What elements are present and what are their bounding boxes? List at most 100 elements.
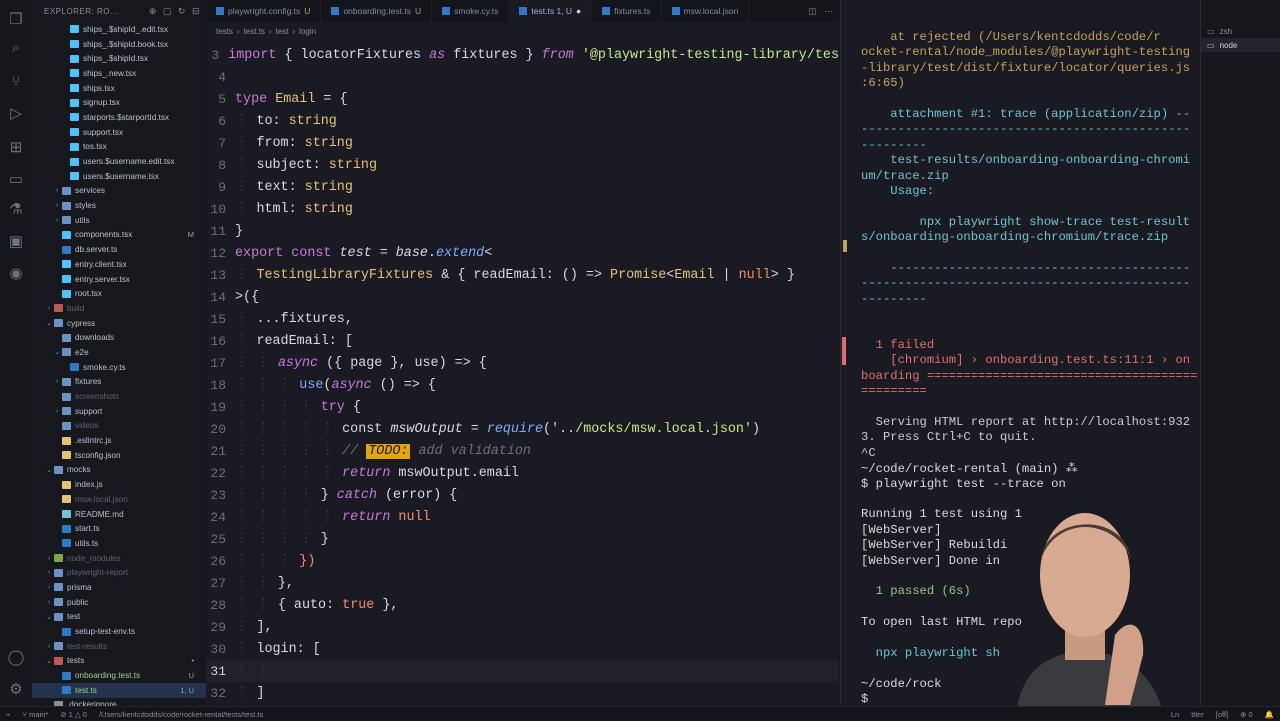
- code-line[interactable]: 3 import { locatorFixtures as fixtures } …: [206, 44, 839, 66]
- code-line[interactable]: 30 ⋮ login: [: [206, 638, 839, 660]
- tree-file[interactable]: ships_.$shipId.book.tsx: [32, 37, 206, 52]
- tree-folder[interactable]: ⌄ cypress: [32, 316, 206, 331]
- tree-folder[interactable]: › test-results: [32, 639, 206, 654]
- status-item[interactable]: ⊕ 0: [1234, 710, 1259, 719]
- terminal-instance[interactable]: ▭ zsh: [1201, 24, 1280, 38]
- code-line[interactable]: 8 ⋮ subject: string: [206, 154, 839, 176]
- remote-explorer-icon[interactable]: ▭: [6, 170, 26, 190]
- remote-indicator-icon[interactable]: ⌁: [0, 710, 17, 719]
- extensions-icon[interactable]: ⊞: [6, 138, 26, 158]
- more-actions-icon[interactable]: ⋯: [825, 6, 834, 17]
- tree-file[interactable]: smoke.cy.ts: [32, 360, 206, 375]
- tree-folder[interactable]: ⌄ mocks: [32, 463, 206, 478]
- tree-folder[interactable]: ⌄ e2e: [32, 345, 206, 360]
- split-editor-icon[interactable]: ◫: [808, 6, 816, 17]
- editor-tab[interactable]: msw.local.json: [662, 0, 750, 22]
- code-line[interactable]: 4: [206, 66, 839, 88]
- tree-folder[interactable]: › public: [32, 595, 206, 610]
- breadcrumb-item[interactable]: test: [276, 27, 289, 36]
- tree-file[interactable]: tsconfig.json: [32, 448, 206, 463]
- code-line[interactable]: 16 ⋮ readEmail: [: [206, 330, 839, 352]
- code-line[interactable]: 23 ⋮ ⋮ ⋮ ⋮ } catch (error) {: [206, 484, 839, 506]
- tree-folder[interactable]: › support: [32, 404, 206, 419]
- code-line[interactable]: 21 ⋮ ⋮ ⋮ ⋮ ⋮ // TODO: add validation: [206, 440, 839, 462]
- tree-folder[interactable]: ⌄ tests •: [32, 654, 206, 669]
- code-line[interactable]: 22 ⋮ ⋮ ⋮ ⋮ ⋮ return mswOutput.email: [206, 462, 839, 484]
- editor-tab[interactable]: smoke.cy.ts: [432, 0, 510, 22]
- code-line[interactable]: 28 ⋮ ⋮ { auto: true },: [206, 594, 839, 616]
- source-control-icon[interactable]: ⑂: [6, 72, 26, 92]
- tree-file[interactable]: index.js: [32, 477, 206, 492]
- tree-file[interactable]: utils.ts: [32, 536, 206, 551]
- tree-folder[interactable]: › fixtures: [32, 375, 206, 390]
- testing-icon[interactable]: ⚗: [6, 200, 26, 220]
- code-line[interactable]: 32 ⋮ ]: [206, 682, 839, 704]
- code-line[interactable]: 13 ⋮ TestingLibraryFixtures & { readEmail…: [206, 264, 839, 286]
- editor-tab[interactable]: playwright.config.ts U: [206, 0, 322, 22]
- tree-file[interactable]: support.tsx: [32, 125, 206, 140]
- tree-folder[interactable]: ⌄ test: [32, 610, 206, 625]
- code-line[interactable]: 14 >({: [206, 286, 839, 308]
- code-line[interactable]: 10 ⋮ html: string: [206, 198, 839, 220]
- editor-tab[interactable]: test.ts 1, U ●: [509, 0, 593, 22]
- code-editor[interactable]: 3 import { locatorFixtures as fixtures } …: [206, 44, 839, 704]
- editor-tab[interactable]: fixtures.ts: [592, 0, 662, 22]
- tree-file[interactable]: entry.client.tsx: [32, 257, 206, 272]
- tree-file[interactable]: entry.server.tsx: [32, 272, 206, 287]
- code-line[interactable]: 29 ⋮ ],: [206, 616, 839, 638]
- tree-folder[interactable]: downloads: [32, 330, 206, 345]
- tree-folder[interactable]: › styles: [32, 198, 206, 213]
- code-line[interactable]: 7 ⋮ from: string: [206, 132, 839, 154]
- tree-folder[interactable]: › prisma: [32, 580, 206, 595]
- tree-file[interactable]: users.$username.tsx: [32, 169, 206, 184]
- tree-file[interactable]: onboarding.test.ts U: [32, 668, 206, 683]
- tree-file[interactable]: users.$username.edit.tsx: [32, 154, 206, 169]
- code-line[interactable]: 15 ⋮ ...fixtures,: [206, 308, 839, 330]
- breadcrumb-item[interactable]: tests: [216, 27, 233, 36]
- tree-file[interactable]: msw.local.json: [32, 492, 206, 507]
- tree-file[interactable]: setup-test-env.ts: [32, 624, 206, 639]
- problems-indicator[interactable]: ⊘ 1 △ 0: [54, 710, 93, 719]
- code-line[interactable]: 25 ⋮ ⋮ ⋮ ⋮ }: [206, 528, 839, 550]
- tree-file[interactable]: ships.tsx: [32, 81, 206, 96]
- collapse-icon[interactable]: ⊟: [192, 6, 200, 17]
- breadcrumb-item[interactable]: test.ts: [244, 27, 265, 36]
- tree-file[interactable]: db.server.ts: [32, 242, 206, 257]
- status-item[interactable]: Ln: [1165, 710, 1185, 719]
- code-line[interactable]: 6 ⋮ to: string: [206, 110, 839, 132]
- refresh-icon[interactable]: ↻: [178, 6, 186, 17]
- status-item[interactable]: ttler: [1185, 710, 1210, 719]
- tree-file[interactable]: tos.tsx: [32, 140, 206, 155]
- docker-icon[interactable]: ▣: [6, 232, 26, 252]
- tree-file[interactable]: ships_.new.tsx: [32, 66, 206, 81]
- tree-folder[interactable]: › playwright-report: [32, 565, 206, 580]
- run-debug-icon[interactable]: ▷: [6, 104, 26, 124]
- tree-folder[interactable]: videos: [32, 419, 206, 434]
- tree-file[interactable]: .eslintrc.js: [32, 433, 206, 448]
- tree-folder[interactable]: › node_modules: [32, 551, 206, 566]
- code-line[interactable]: 27 ⋮ ⋮ },: [206, 572, 839, 594]
- code-line[interactable]: 17 ⋮ ⋮ async ({ page }, use) => {: [206, 352, 839, 374]
- terminal-instance[interactable]: ▭ node: [1201, 38, 1280, 52]
- code-line[interactable]: 31 ⋮ ⋮: [206, 660, 839, 682]
- explorer-icon[interactable]: ❐: [6, 10, 26, 30]
- code-line[interactable]: 24 ⋮ ⋮ ⋮ ⋮ ⋮ return null: [206, 506, 839, 528]
- tree-folder[interactable]: screenshots: [32, 389, 206, 404]
- tree-file[interactable]: .dockerignore: [32, 698, 206, 706]
- branch-indicator[interactable]: ⑂ main*: [17, 710, 55, 719]
- settings-gear-icon[interactable]: ⚙: [6, 680, 26, 700]
- tree-file[interactable]: start.ts: [32, 521, 206, 536]
- code-line[interactable]: 12 export const test = base.extend<: [206, 242, 839, 264]
- new-file-icon[interactable]: ⊕: [149, 6, 157, 17]
- tree-folder[interactable]: › build: [32, 301, 206, 316]
- tree-file[interactable]: ships_.$shipId.tsx: [32, 51, 206, 66]
- code-line[interactable]: 11}: [206, 220, 839, 242]
- code-line[interactable]: 26 ⋮ ⋮ ⋮ }): [206, 550, 839, 572]
- tree-file[interactable]: signup.tsx: [32, 95, 206, 110]
- code-line[interactable]: 19 ⋮ ⋮ ⋮ ⋮ try {: [206, 396, 839, 418]
- breadcrumb-item[interactable]: login: [299, 27, 316, 36]
- code-line[interactable]: 20 ⋮ ⋮ ⋮ ⋮ ⋮ const mswOutput = require('.…: [206, 418, 839, 440]
- extension-icon[interactable]: ◉: [6, 264, 26, 284]
- tree-folder[interactable]: › utils: [32, 213, 206, 228]
- tree-file[interactable]: ships_.$shipId_.edit.tsx: [32, 22, 206, 37]
